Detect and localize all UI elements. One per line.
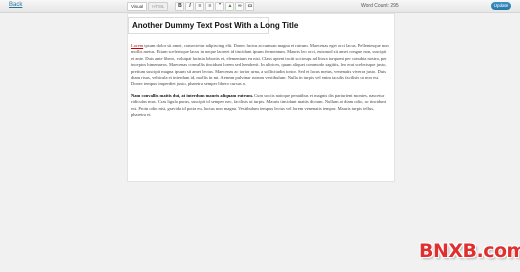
blockquote-icon[interactable]: " [215, 2, 225, 11]
paragraph-2: Nam convallis mattis dui, at interdum ma… [131, 93, 390, 119]
italic-icon[interactable]: I [185, 2, 195, 11]
link-icon[interactable]: ∞ [235, 2, 245, 11]
more-tag-icon[interactable]: ▭ [245, 2, 255, 11]
watermark-logo: BNXB.com [419, 240, 520, 262]
editor-toolbar: Visual HTML B I ≡ ≡ " ▲ ∞ ▭ [127, 2, 255, 11]
visual-tab[interactable]: Visual [127, 2, 148, 11]
update-button[interactable]: Update [491, 2, 511, 10]
html-tab[interactable]: HTML [148, 2, 169, 11]
title-field[interactable]: Another Dummy Text Post With a Long Titl… [128, 17, 298, 34]
top-bar: Back Visual HTML B I ≡ ≡ " ▲ ∞ ▭ Word Co… [0, 0, 520, 13]
spellcheck-word: Lorem [131, 43, 144, 48]
editor-area[interactable]: Another Dummy Text Post With a Long Titl… [127, 13, 395, 182]
paragraph-2-lead: Nam convallis mattis dui, at interdum ma… [131, 92, 254, 98]
numbered-list-icon[interactable]: ≡ [205, 2, 215, 11]
paragraph-1: Lorem ipsum dolor sit amet, consectetur … [131, 43, 390, 88]
bold-icon[interactable]: B [175, 2, 185, 11]
word-count: Word Count: 295 [361, 3, 399, 9]
post-content[interactable]: Lorem ipsum dolor sit amet, consectetur … [131, 43, 390, 123]
image-icon[interactable]: ▲ [225, 2, 235, 11]
back-link[interactable]: Back [9, 2, 22, 8]
bulleted-list-icon[interactable]: ≡ [195, 2, 205, 11]
post-title: Another Dummy Text Post With a Long Titl… [132, 21, 299, 30]
paragraph-1-text: ipsum dolor sit amet, consectetur adipis… [131, 43, 389, 87]
